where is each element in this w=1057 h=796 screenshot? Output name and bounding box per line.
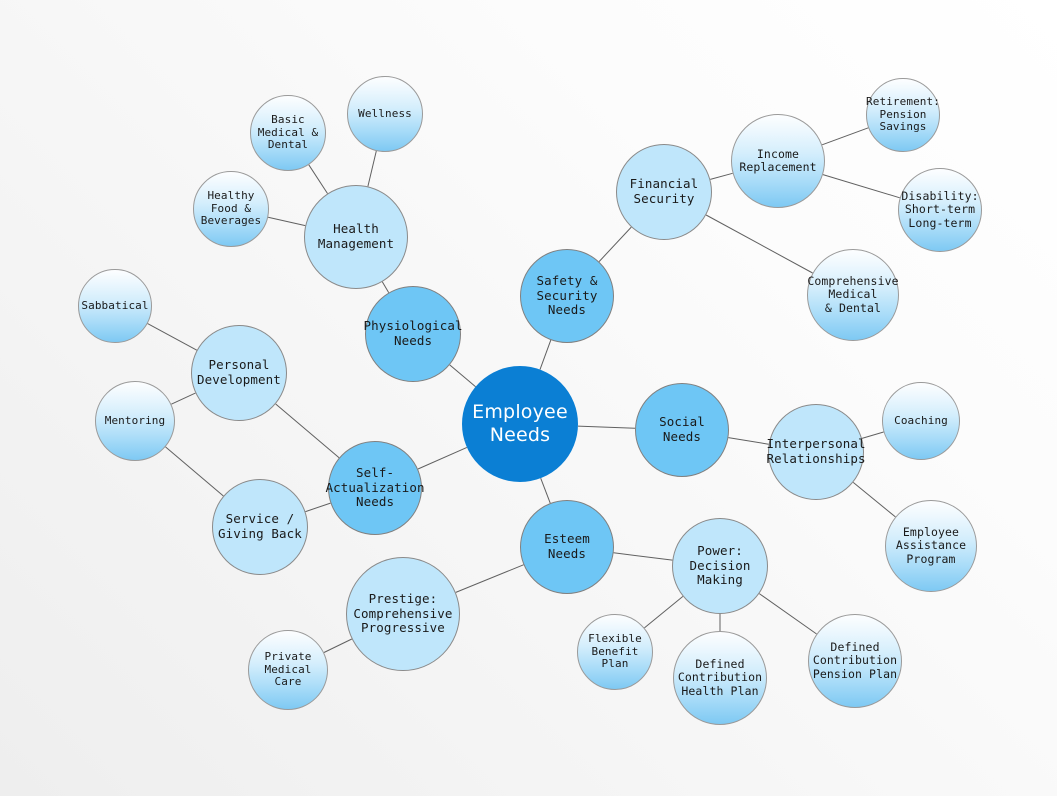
node-interpersonal-relationships[interactable]: Interpersonal Relationships [766, 404, 865, 500]
edge-personal_development-to-mentoring [171, 392, 196, 405]
edge-health_management-to-healthy_food_beverages [267, 216, 306, 227]
node-label-income-replacement: Income Replacement [739, 146, 817, 174]
node-health-management[interactable]: Health Management [304, 185, 408, 289]
edge-mentoring-to-service_giving_back [165, 446, 224, 497]
node-esteem-needs[interactable]: Esteem Needs [520, 500, 614, 594]
node-retirement-pension-savings[interactable]: Retirement: Pension Savings [866, 78, 940, 152]
edge-root-to-physiological_needs [449, 364, 476, 388]
node-label-comprehensive-medical-dental: Comprehensive Medical & Dental [807, 273, 899, 315]
node-financial-security[interactable]: Financial Security [616, 144, 712, 240]
node-label-root: Employee Needs [472, 400, 568, 446]
node-label-retirement-pension-savings: Retirement: Pension Savings [866, 94, 940, 134]
edge-self_actualization_needs-to-personal_development [275, 403, 340, 459]
node-self-actualization-needs[interactable]: Self- Actualization Needs [325, 441, 424, 535]
node-label-safety-security-needs: Safety & Security Needs [536, 273, 598, 318]
edge-root-to-esteem_needs [540, 478, 551, 504]
node-employee-assistance-program[interactable]: Employee Assistance Program [885, 500, 977, 592]
node-physiological-needs[interactable]: Physiological Needs [363, 286, 462, 382]
node-healthy-food-beverages[interactable]: Healthy Food & Beverages [193, 171, 269, 247]
node-label-employee-assistance-program: Employee Assistance Program [895, 524, 967, 566]
node-coaching[interactable]: Coaching [882, 382, 960, 460]
node-sabbatical[interactable]: Sabbatical [78, 269, 152, 343]
node-wellness[interactable]: Wellness [347, 76, 423, 152]
edge-income_replacement-to-disability_short_long_term [822, 174, 900, 199]
node-label-coaching: Coaching [894, 413, 948, 427]
node-label-healthy-food-beverages: Healthy Food & Beverages [200, 188, 262, 228]
node-label-health-management: Health Management [317, 221, 395, 251]
node-label-mentoring: Mentoring [104, 413, 166, 427]
edge-prestige_comprehensive_progressive-to-private_medical_care [323, 638, 353, 653]
node-label-financial-security: Financial Security [629, 176, 699, 206]
node-basic-medical-dental[interactable]: Basic Medical & Dental [250, 95, 326, 171]
edge-health_management-to-wellness [367, 150, 377, 187]
node-income-replacement[interactable]: Income Replacement [731, 114, 825, 208]
edge-financial_security-to-comprehensive_medical_dental [705, 214, 813, 274]
node-label-disability-short-long-term: Disability: Short-term Long-term [901, 188, 979, 230]
edge-physiological_needs-to-health_management [381, 281, 390, 293]
edge-power_decision_making-to-flexible_benefit_plan [644, 596, 684, 629]
node-label-defined-contribution-pension-plan: Defined Contribution Pension Plan [812, 639, 898, 681]
node-label-flexible-benefit-plan: Flexible Benefit Plan [588, 631, 642, 671]
node-label-self-actualization-needs: Self- Actualization Needs [325, 465, 425, 510]
node-prestige-comprehensive-progressive[interactable]: Prestige: Comprehensive Progressive [346, 557, 460, 671]
node-personal-development[interactable]: Personal Development [191, 325, 287, 421]
node-label-sabbatical: Sabbatical [81, 298, 149, 312]
edge-personal_development-to-sabbatical [147, 323, 198, 351]
node-label-wellness: Wellness [358, 106, 412, 120]
edge-root-to-safety_security_needs [539, 339, 552, 370]
edge-power_decision_making-to-defined_contribution_pension_plan [759, 593, 817, 635]
node-label-power-decision-making: Power: Decision Making [689, 543, 751, 588]
mindmap-canvas: Employee Needs Physiological Needs Safety … [0, 0, 1057, 796]
node-label-personal-development: Personal Development [197, 357, 281, 387]
node-social-needs[interactable]: Social Needs [635, 383, 729, 477]
node-mentoring[interactable]: Mentoring [95, 381, 175, 461]
edge-root-to-social_needs [577, 425, 636, 429]
node-label-basic-medical-dental: Basic Medical & Dental [257, 112, 319, 152]
node-label-interpersonal-relationships: Interpersonal Relationships [766, 436, 866, 466]
node-comprehensive-medical-dental[interactable]: Comprehensive Medical & Dental [807, 249, 899, 341]
node-service-giving-back[interactable]: Service / Giving Back [212, 479, 308, 575]
node-flexible-benefit-plan[interactable]: Flexible Benefit Plan [577, 614, 653, 690]
node-defined-contribution-pension-plan[interactable]: Defined Contribution Pension Plan [808, 614, 902, 708]
node-private-medical-care[interactable]: Private Medical Care [248, 630, 328, 710]
edge-esteem_needs-to-power_decision_making [613, 552, 673, 561]
edge-financial_security-to-income_replacement [710, 172, 733, 180]
node-label-social-needs: Social Needs [659, 414, 705, 444]
node-power-decision-making[interactable]: Power: Decision Making [672, 518, 768, 614]
node-label-esteem-needs: Esteem Needs [544, 531, 590, 561]
node-defined-contribution-health-plan[interactable]: Defined Contribution Health Plan [673, 631, 767, 725]
node-disability-short-long-term[interactable]: Disability: Short-term Long-term [898, 168, 982, 252]
node-label-physiological-needs: Physiological Needs [363, 318, 463, 348]
node-label-prestige-comprehensive-progressive: Prestige: Comprehensive Progressive [353, 591, 453, 636]
edge-interpersonal_relationships-to-employee_assistance_program [852, 482, 896, 518]
edge-safety_security_needs-to-financial_security [598, 226, 632, 262]
edge-esteem_needs-to-prestige_comprehensive_progressive [455, 564, 524, 593]
node-label-service-giving-back: Service / Giving Back [218, 511, 302, 541]
node-safety-security-needs[interactable]: Safety & Security Needs [520, 249, 614, 343]
edge-health_management-to-basic_medical_dental [308, 164, 328, 194]
node-label-private-medical-care: Private Medical Care [264, 649, 312, 689]
node-label-defined-contribution-health-plan: Defined Contribution Health Plan [677, 656, 763, 698]
node-root[interactable]: Employee Needs [462, 366, 578, 482]
